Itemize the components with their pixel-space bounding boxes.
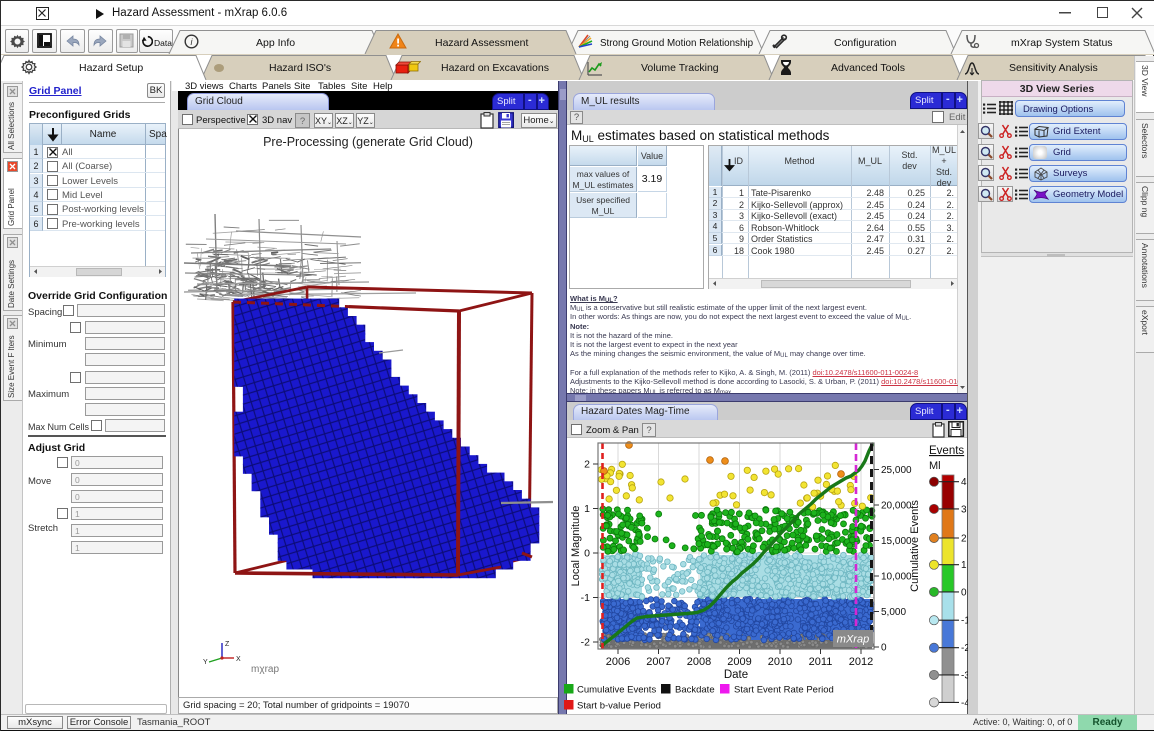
svg-text:-3: -3 bbox=[961, 670, 968, 681]
svg-text:2009: 2009 bbox=[727, 656, 751, 668]
svg-text:mχrap: mχrap bbox=[251, 664, 279, 675]
svg-text:-1: -1 bbox=[581, 592, 590, 604]
svg-text:Y: Y bbox=[203, 659, 208, 666]
svg-text:Local Magnitude: Local Magnitude bbox=[570, 506, 582, 587]
svg-text:Z: Z bbox=[225, 641, 230, 648]
svg-text:Start b-value Period: Start b-value Period bbox=[577, 701, 661, 712]
svg-text:X: X bbox=[236, 656, 241, 663]
svg-text:Start Event Rate Period: Start Event Rate Period bbox=[734, 685, 834, 696]
svg-text:-1: -1 bbox=[961, 616, 968, 627]
svg-text:Date: Date bbox=[724, 669, 748, 681]
svg-text:5,000: 5,000 bbox=[881, 607, 906, 618]
svg-text:-2: -2 bbox=[581, 637, 590, 649]
svg-text:-2: -2 bbox=[961, 643, 968, 654]
svg-text:2: 2 bbox=[961, 534, 967, 545]
svg-text:-4: -4 bbox=[961, 698, 968, 709]
svg-text:0: 0 bbox=[961, 587, 967, 598]
svg-text:Cumulative Events: Cumulative Events bbox=[577, 685, 656, 696]
svg-text:20,000: 20,000 bbox=[881, 501, 912, 512]
svg-text:2012: 2012 bbox=[849, 656, 873, 668]
svg-text:Ml: Ml bbox=[929, 460, 941, 472]
svg-text:10,000: 10,000 bbox=[881, 572, 912, 583]
svg-text:2010: 2010 bbox=[768, 656, 792, 668]
svg-text:2006: 2006 bbox=[606, 656, 630, 668]
svg-text:mXrap: mXrap bbox=[837, 634, 869, 646]
svg-text:15,000: 15,000 bbox=[881, 536, 912, 547]
svg-text:2: 2 bbox=[584, 459, 590, 471]
svg-text:1: 1 bbox=[961, 560, 967, 571]
svg-text:1: 1 bbox=[584, 503, 590, 515]
svg-text:2007: 2007 bbox=[646, 656, 670, 668]
svg-text:0: 0 bbox=[584, 548, 590, 560]
svg-text:3: 3 bbox=[961, 504, 967, 515]
svg-text:i: i bbox=[191, 37, 194, 47]
svg-text:Cumulative Events: Cumulative Events bbox=[909, 500, 921, 592]
svg-text:4: 4 bbox=[961, 477, 967, 488]
svg-text:25,000: 25,000 bbox=[881, 465, 912, 476]
svg-text:2011: 2011 bbox=[809, 656, 833, 668]
svg-text:2008: 2008 bbox=[687, 656, 711, 668]
svg-text:Backdate: Backdate bbox=[675, 685, 715, 696]
svg-text:0: 0 bbox=[881, 643, 887, 654]
svg-text:Events: Events bbox=[929, 445, 964, 457]
